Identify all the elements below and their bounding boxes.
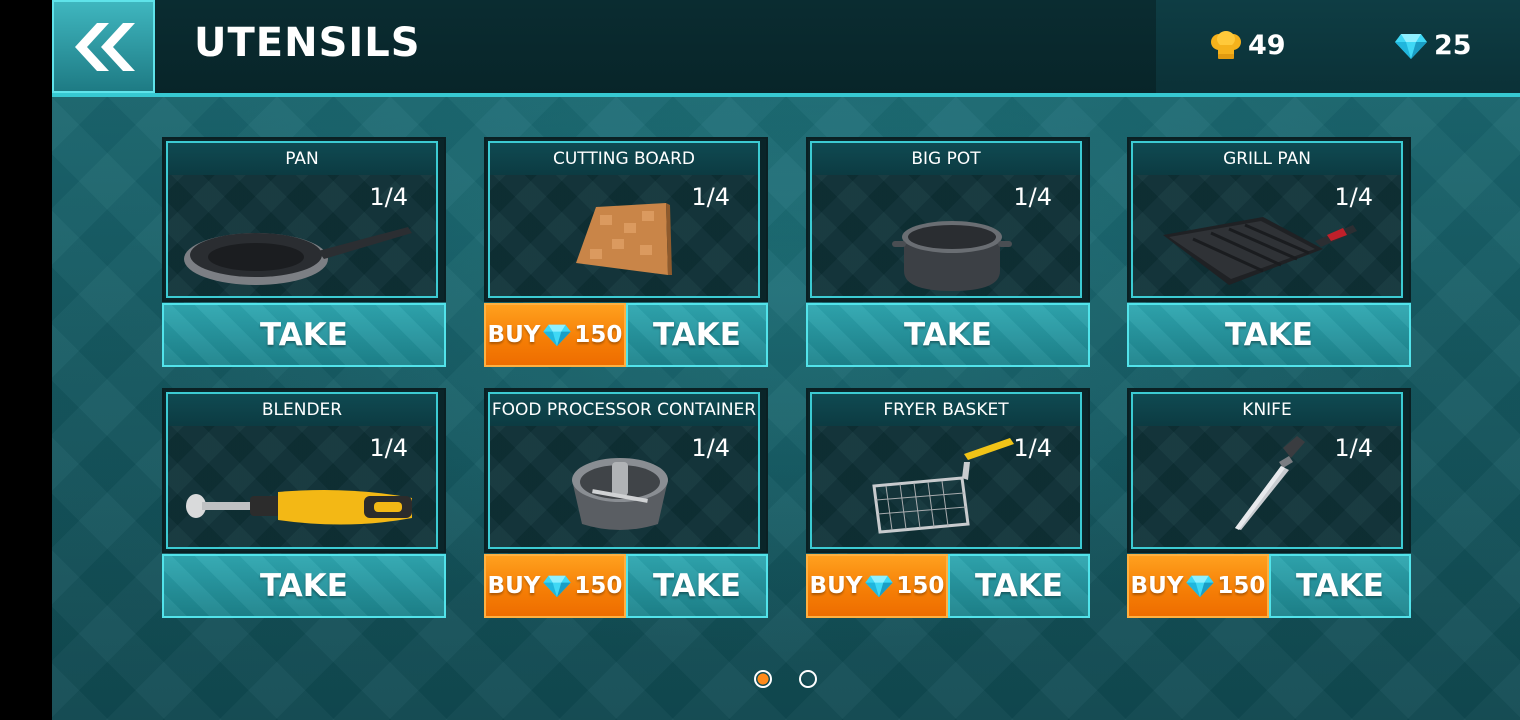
card-title: FOOD PROCESSOR CONTAINER (488, 392, 760, 426)
take-button-knife[interactable]: TAKE (1269, 554, 1411, 618)
chef-hat-icon (1211, 30, 1241, 59)
diamond-icon (543, 575, 572, 598)
utensil-card-blender: BLENDER 1/4 TAKE (162, 388, 446, 618)
owned-count: 1/4 (369, 434, 408, 462)
utensil-image-knife: 1/4 (1131, 426, 1403, 549)
header-bar: UTENSILS 49 25 (52, 0, 1520, 97)
take-button-blender[interactable]: TAKE (162, 554, 446, 618)
card-buttons: TAKE (806, 303, 1090, 367)
buy-button-cutting-board[interactable]: BUY 150 (484, 303, 626, 367)
card-buttons: TAKE (162, 303, 446, 367)
buy-label: BUY (1130, 573, 1184, 599)
utensil-card-fryer-basket: FRYER BASKET 1/4 BUY 150 TAKE (806, 388, 1090, 618)
chef-coins-value: 49 (1248, 30, 1286, 61)
buy-label: BUY (809, 573, 863, 599)
buy-button-knife[interactable]: BUY 150 (1127, 554, 1269, 618)
buy-label: BUY (487, 573, 541, 599)
card-buttons: TAKE (1127, 303, 1411, 367)
owned-count: 1/4 (1334, 434, 1373, 462)
diamond-icon (543, 324, 572, 347)
owned-count: 1/4 (1013, 434, 1052, 462)
pagination (752, 670, 852, 694)
owned-count: 1/4 (691, 183, 730, 211)
utensil-card-cutting-board: CUTTING BOARD 1/4 BUY 150 TAKE (484, 137, 768, 367)
card-title: KNIFE (1131, 392, 1403, 426)
buy-button-food-processor-container[interactable]: BUY 150 (484, 554, 626, 618)
utensil-image-blender: 1/4 (166, 426, 438, 549)
page-dot-2[interactable] (799, 670, 817, 688)
take-button-food-processor-container[interactable]: TAKE (626, 554, 768, 618)
owned-count: 1/4 (1334, 183, 1373, 211)
card-title: BIG POT (810, 141, 1082, 175)
card-buttons: BUY 150 TAKE (806, 554, 1090, 618)
game-screen: UTENSILS 49 25 PAN 1/4 TAKE CUTTING BOARD 1/… (52, 0, 1520, 720)
utensil-card-grill-pan: GRILL PAN 1/4 TAKE (1127, 137, 1411, 367)
card-buttons: TAKE (162, 554, 446, 618)
diamond-icon (1186, 575, 1215, 598)
diamond-icon (1395, 33, 1427, 59)
page-dot-1[interactable] (754, 670, 772, 688)
owned-count: 1/4 (369, 183, 408, 211)
diamond-icon (865, 575, 894, 598)
take-button-grill-pan[interactable]: TAKE (1127, 303, 1411, 367)
take-button-cutting-board[interactable]: TAKE (626, 303, 768, 367)
utensil-image-fryer-basket: 1/4 (810, 426, 1082, 549)
owned-count: 1/4 (1013, 183, 1052, 211)
utensil-card-big-pot: BIG POT 1/4 TAKE (806, 137, 1090, 367)
card-title: PAN (166, 141, 438, 175)
card-title: BLENDER (166, 392, 438, 426)
card-buttons: BUY 150 TAKE (484, 554, 768, 618)
card-buttons: BUY 150 TAKE (484, 303, 768, 367)
chef-coins-counter: 49 (1210, 30, 1286, 61)
utensil-image-grill-pan: 1/4 (1131, 175, 1403, 298)
buy-price: 150 (574, 322, 623, 348)
utensil-image-big-pot: 1/4 (810, 175, 1082, 298)
card-title: FRYER BASKET (810, 392, 1082, 426)
utensil-card-pan: PAN 1/4 TAKE (162, 137, 446, 367)
utensil-card-knife: KNIFE 1/4 BUY 150 TAKE (1127, 388, 1411, 618)
card-title: GRILL PAN (1131, 141, 1403, 175)
buy-price: 150 (574, 573, 623, 599)
utensil-image-pan: 1/4 (166, 175, 438, 298)
double-chevron-left-icon (74, 22, 135, 71)
gems-counter: 25 (1394, 30, 1472, 61)
utensil-image-food-processor-container: 1/4 (488, 426, 760, 549)
page-title: UTENSILS (194, 20, 421, 66)
gems-value: 25 (1434, 30, 1472, 61)
buy-button-fryer-basket[interactable]: BUY 150 (806, 554, 948, 618)
take-button-pan[interactable]: TAKE (162, 303, 446, 367)
card-buttons: BUY 150 TAKE (1127, 554, 1411, 618)
utensil-card-food-processor-container: FOOD PROCESSOR CONTAINER 1/4 BUY 150 TAKE (484, 388, 768, 618)
owned-count: 1/4 (691, 434, 730, 462)
card-title: CUTTING BOARD (488, 141, 760, 175)
back-button[interactable] (52, 0, 155, 93)
utensil-image-cutting-board: 1/4 (488, 175, 760, 298)
buy-price: 150 (896, 573, 945, 599)
buy-price: 150 (1217, 573, 1266, 599)
take-button-fryer-basket[interactable]: TAKE (948, 554, 1090, 618)
buy-label: BUY (487, 322, 541, 348)
take-button-big-pot[interactable]: TAKE (806, 303, 1090, 367)
